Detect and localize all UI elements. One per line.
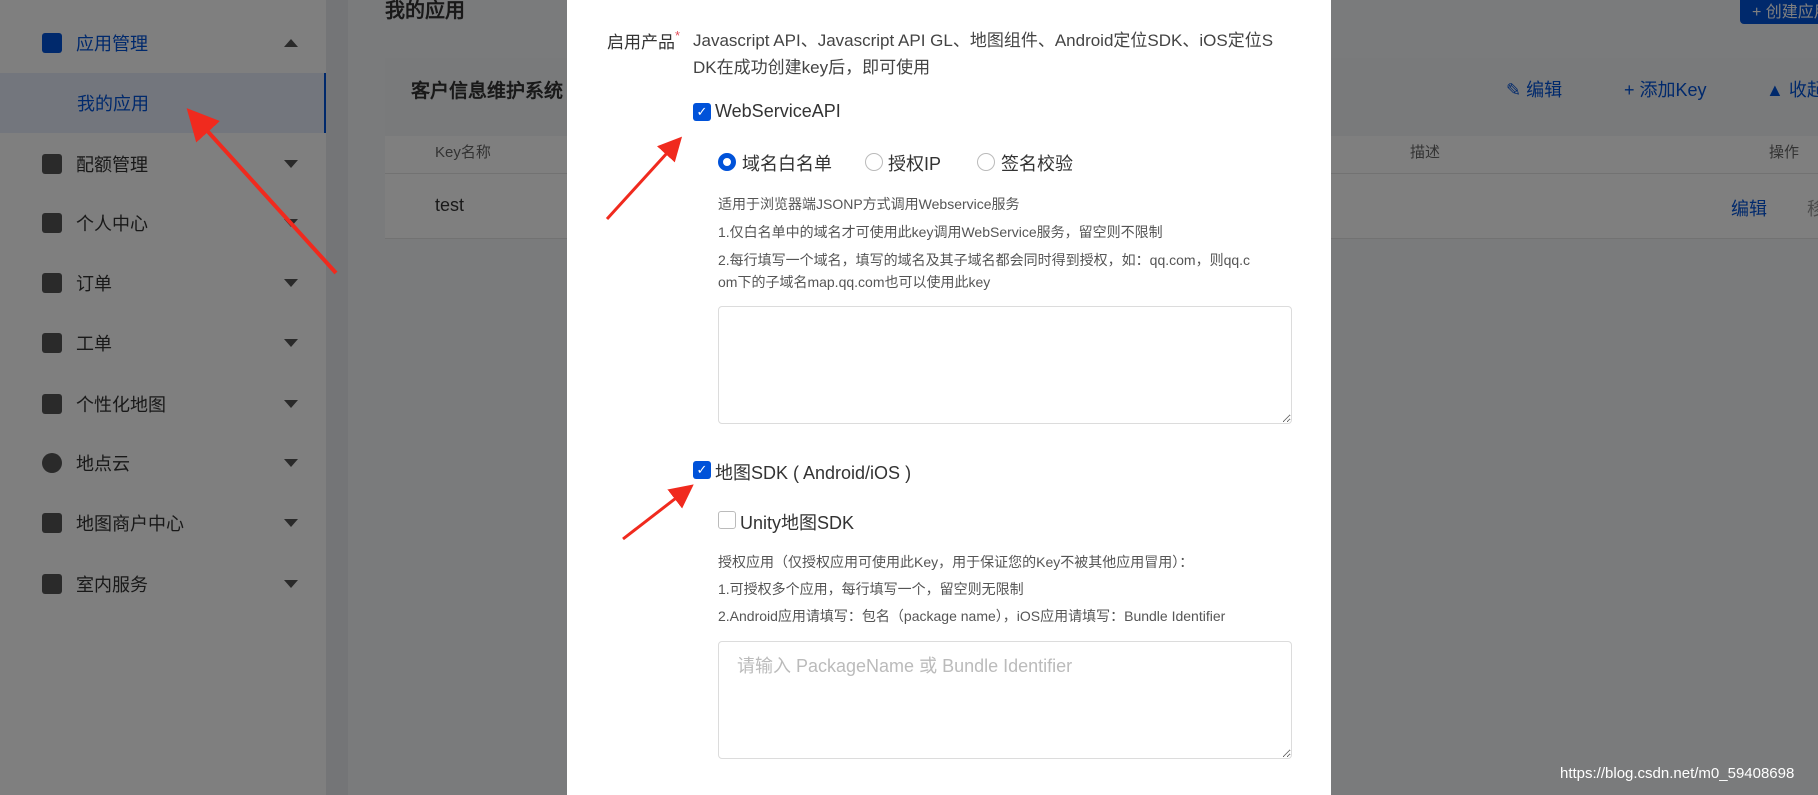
red-arrow — [622, 484, 694, 541]
red-arrow — [605, 136, 683, 221]
annotation-arrows — [186, 108, 694, 541]
red-arrow — [186, 108, 338, 275]
watermark: https://blog.csdn.net/m0_59408698 — [1560, 765, 1795, 782]
